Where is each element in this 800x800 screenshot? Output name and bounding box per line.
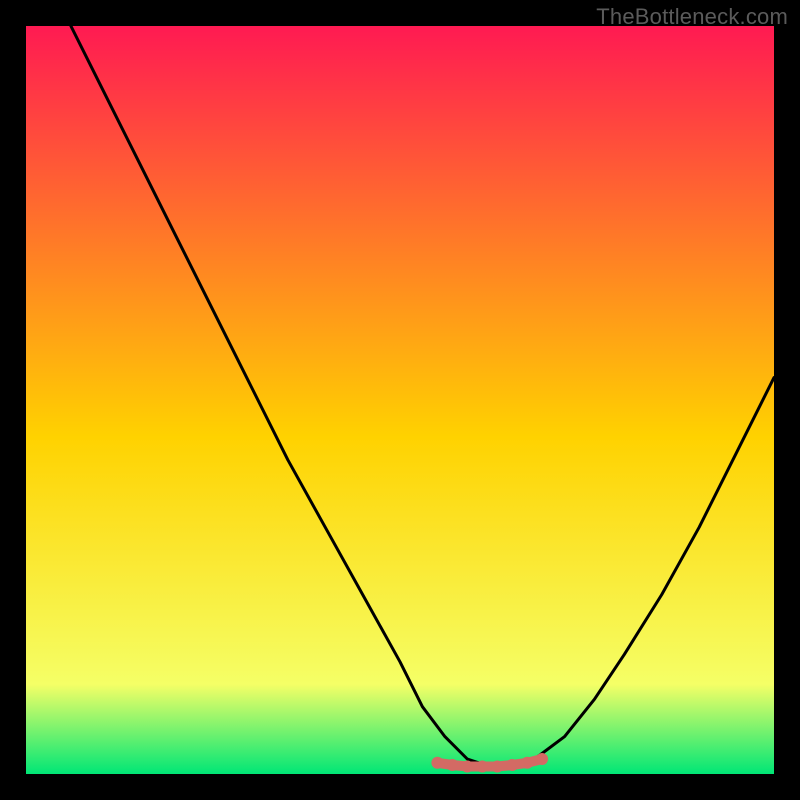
optimal-flat-dot — [491, 761, 503, 773]
chart-frame: TheBottleneck.com — [0, 0, 800, 800]
optimal-flat-dot — [446, 759, 458, 771]
optimal-flat-dot — [506, 759, 518, 771]
optimal-flat-dot — [536, 753, 548, 765]
optimal-flat-dot — [431, 757, 443, 769]
optimal-flat-dot — [476, 761, 488, 773]
bottleneck-plot — [26, 26, 774, 774]
optimal-flat-dot — [461, 761, 473, 773]
optimal-flat-dot — [521, 757, 533, 769]
